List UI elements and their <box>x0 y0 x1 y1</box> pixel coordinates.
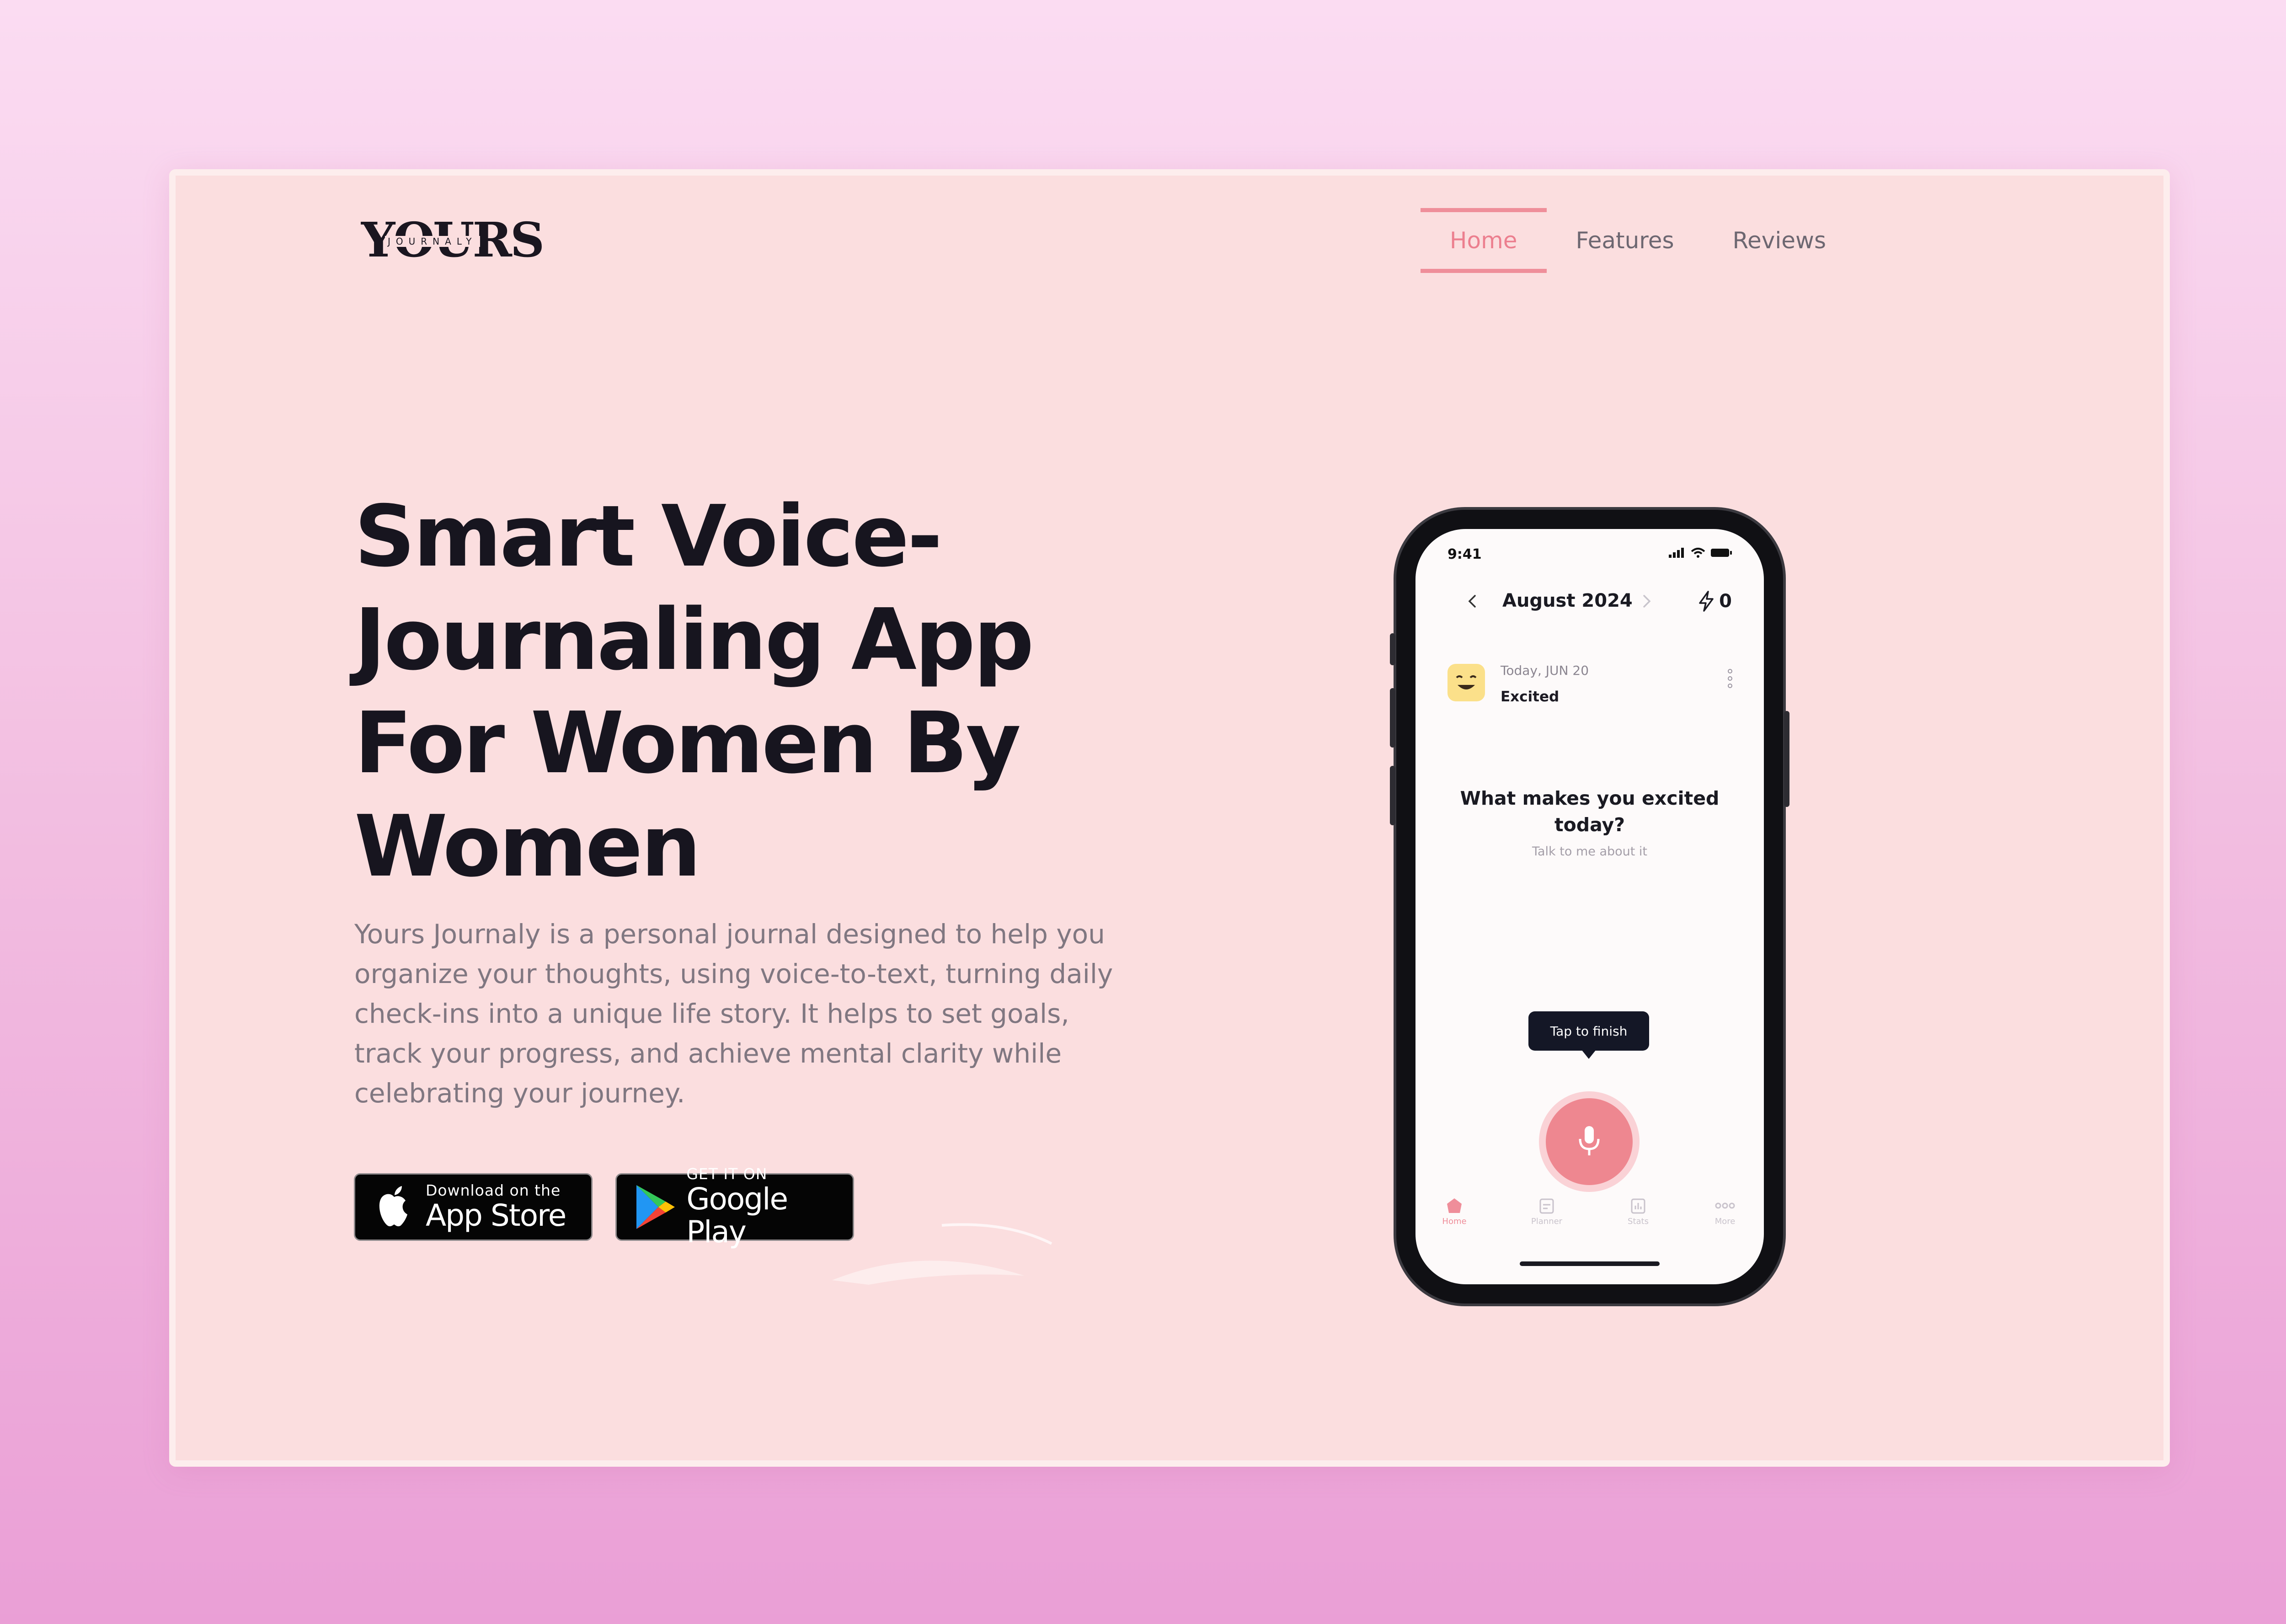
tab-more[interactable]: More <box>1695 1197 1755 1226</box>
signal-icon <box>1669 548 1684 558</box>
hero-title: Smart Voice- Journaling App For Women By… <box>354 485 1132 898</box>
top-nav: Home Features Reviews <box>1420 208 1855 273</box>
bottom-tab-bar: Home Planner Stats More <box>1415 1187 1764 1238</box>
nav-home[interactable]: Home <box>1420 208 1547 273</box>
chevron-right-icon[interactable] <box>1638 593 1654 609</box>
stats-icon <box>1631 1198 1645 1214</box>
journal-entry-card[interactable]: Today, JUN 20 Excited <box>1442 655 1739 723</box>
decorative-swoosh <box>832 1223 1052 1285</box>
home-icon <box>1447 1198 1462 1213</box>
streak-counter[interactable]: 0 <box>1697 590 1732 612</box>
status-icons <box>1669 547 1732 558</box>
more-icon <box>1715 1202 1735 1209</box>
tab-planner-label: Planner <box>1531 1217 1563 1226</box>
hero-title-line-4: Women <box>354 797 701 896</box>
lightning-icon <box>1699 591 1714 612</box>
hero-title-line-3: For Women By <box>354 694 1021 792</box>
entry-date: Today, JUN 20 <box>1501 663 1589 678</box>
app-store-big-text: App Store <box>426 1198 566 1233</box>
hero-title-line-1: Smart Voice- <box>354 487 942 586</box>
phone-screen: 9:41 August 2024 0 Today, JUN 20 Excited… <box>1415 529 1764 1284</box>
planner-icon <box>1539 1198 1554 1214</box>
hero-description: Yours Journaly is a personal journal des… <box>354 919 1113 1109</box>
phone-volume-up <box>1390 688 1395 748</box>
streak-count: 0 <box>1719 591 1732 612</box>
app-store-button[interactable]: Download on the App Store <box>354 1173 593 1241</box>
microphone-icon <box>1579 1126 1600 1155</box>
phone-power-button <box>1784 711 1789 807</box>
battery-icon <box>1711 549 1732 557</box>
google-play-icon <box>630 1182 680 1232</box>
google-play-small-text: GET IT ON <box>686 1165 768 1183</box>
month-selector: August 2024 0 <box>1415 584 1764 620</box>
phone-volume-down <box>1390 766 1395 825</box>
tab-stats[interactable]: Stats <box>1608 1197 1668 1226</box>
status-time: 9:41 <box>1447 546 1482 562</box>
chevron-left-icon[interactable] <box>1465 593 1481 609</box>
prompt-subtitle: Talk to me about it <box>1532 844 1648 859</box>
tab-home-label: Home <box>1442 1217 1467 1226</box>
logo-subtitle: JOURNALY <box>385 236 480 247</box>
apple-icon <box>369 1182 419 1232</box>
phone-mockup: 9:41 August 2024 0 Today, JUN 20 Excited… <box>1390 510 1789 1303</box>
tab-home[interactable]: Home <box>1425 1197 1484 1226</box>
smiling-face-icon <box>1447 664 1485 701</box>
hero-title-line-2: Journaling App <box>354 590 1034 689</box>
record-button[interactable] <box>1539 1091 1640 1192</box>
mic-button-inner <box>1546 1098 1633 1185</box>
entry-mood: Excited <box>1501 689 1560 705</box>
wifi-icon <box>1691 548 1705 558</box>
tab-planner[interactable]: Planner <box>1517 1197 1576 1226</box>
phone-side-button <box>1390 633 1395 665</box>
more-vertical-icon[interactable] <box>1727 668 1733 689</box>
nav-features[interactable]: Features <box>1547 208 1704 273</box>
home-indicator <box>1520 1261 1660 1266</box>
tab-more-label: More <box>1714 1217 1736 1226</box>
tap-to-finish-tooltip: Tap to finish <box>1528 1011 1649 1059</box>
tab-stats-label: Stats <box>1628 1217 1649 1226</box>
nav-reviews[interactable]: Reviews <box>1704 208 1855 273</box>
app-store-small-text: Download on the <box>426 1181 561 1199</box>
brand-logo[interactable]: YOURS JOURNALY <box>361 215 545 265</box>
prompt-question: What makes you excited today? <box>1460 787 1720 836</box>
month-label: August 2024 <box>1502 590 1633 611</box>
